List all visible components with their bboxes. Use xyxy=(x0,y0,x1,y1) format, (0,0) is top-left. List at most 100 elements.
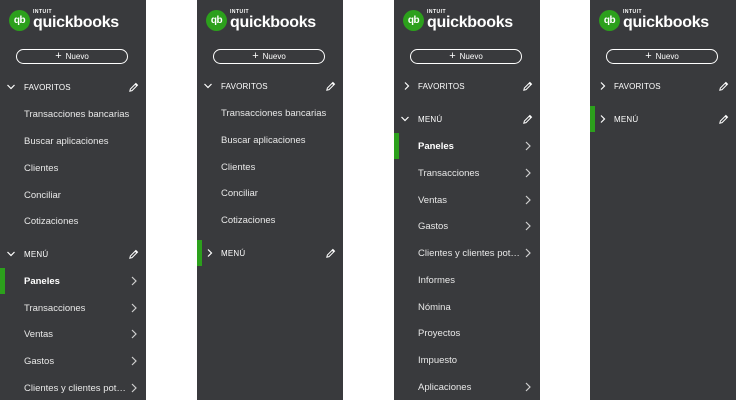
menu-item-label: Nómina xyxy=(418,301,451,313)
chevron-right-icon xyxy=(131,356,137,366)
favorites-label: FAVORITOS xyxy=(614,81,661,91)
chevron-right-icon xyxy=(131,303,137,313)
menu-item-paneles[interactable]: Paneles xyxy=(394,135,540,157)
menu-item-paneles[interactable]: Paneles xyxy=(0,270,146,292)
menu-item-label: Transacciones xyxy=(418,167,480,179)
favorite-item[interactable]: Conciliar xyxy=(0,184,146,206)
menu-item-informes[interactable]: Informes xyxy=(394,269,540,291)
quickbooks-logo[interactable]: qb INTUIT quickbooks xyxy=(206,10,316,31)
favorite-item-label: Buscar aplicaciones xyxy=(24,135,109,147)
menu-item-nomina[interactable]: Nómina xyxy=(394,296,540,318)
chevron-right-icon xyxy=(600,115,606,123)
favorites-label: FAVORITOS xyxy=(418,81,465,91)
menu-item-label: Ventas xyxy=(418,194,448,206)
favorites-label: FAVORITOS xyxy=(24,82,71,92)
quickbooks-logo[interactable]: qb INTUIT quickbooks xyxy=(599,10,709,31)
pencil-icon[interactable] xyxy=(522,81,533,92)
logo-brand: quickbooks xyxy=(623,14,709,31)
chevron-right-icon xyxy=(525,221,531,231)
menu-header[interactable]: MENÚ xyxy=(394,108,540,130)
menu-item-gastos[interactable]: Gastos xyxy=(0,350,146,372)
chevron-down-icon xyxy=(7,84,15,90)
quickbooks-logo[interactable]: qb INTUIT quickbooks xyxy=(403,10,513,31)
logo-brand: quickbooks xyxy=(427,14,513,31)
chevron-right-icon xyxy=(131,383,137,393)
menu-item-clientes-pot[interactable]: Clientes y clientes pot… xyxy=(0,377,146,399)
qb-logo-icon: qb xyxy=(599,10,620,31)
plus-icon: + xyxy=(55,50,62,62)
pencil-icon[interactable] xyxy=(128,82,139,93)
menu-item-label: Ventas xyxy=(24,328,54,340)
menu-item-clientes-pot[interactable]: Clientes y clientes pot… xyxy=(394,242,540,264)
menu-item-label: Aplicaciones xyxy=(418,381,472,393)
menu-item-label: Gastos xyxy=(24,355,55,367)
menu-item-label: Paneles xyxy=(24,275,60,287)
favorite-item-label: Buscar aplicaciones xyxy=(221,134,306,146)
favorite-item[interactable]: Conciliar xyxy=(197,182,343,204)
chevron-right-icon xyxy=(525,195,531,205)
menu-item-proyectos[interactable]: Proyectos xyxy=(394,322,540,344)
chevron-right-icon xyxy=(525,248,531,258)
menu-label: MENÚ xyxy=(221,248,246,258)
menu-item-label: Clientes y clientes pot… xyxy=(418,247,520,259)
menu-item-gastos[interactable]: Gastos xyxy=(394,215,540,237)
new-button[interactable]: + Nuevo xyxy=(606,49,718,64)
qb-logo-icon: qb xyxy=(206,10,227,31)
favorite-item[interactable]: Cotizaciones xyxy=(197,209,343,231)
menu-header[interactable]: MENÚ xyxy=(590,108,736,130)
chevron-down-icon xyxy=(7,251,15,257)
menu-item-transacciones[interactable]: Transacciones xyxy=(0,297,146,319)
menu-item-ventas[interactable]: Ventas xyxy=(394,189,540,211)
pencil-icon[interactable] xyxy=(522,114,533,125)
favorites-label: FAVORITOS xyxy=(221,81,268,91)
menu-header[interactable]: MENÚ xyxy=(0,243,146,265)
quickbooks-logo[interactable]: qb INTUIT quickbooks xyxy=(9,10,119,31)
menu-item-label: Gastos xyxy=(418,220,449,232)
favorite-item[interactable]: Buscar aplicaciones xyxy=(197,129,343,151)
favorite-item[interactable]: Cotizaciones xyxy=(0,210,146,232)
favorite-item-label: Transacciones bancarias xyxy=(221,107,327,119)
favorite-item-label: Cotizaciones xyxy=(24,215,79,227)
menu-item-impuesto[interactable]: Impuesto xyxy=(394,349,540,371)
pencil-icon[interactable] xyxy=(718,81,729,92)
plus-icon: + xyxy=(645,50,652,62)
menu-item-transacciones[interactable]: Transacciones xyxy=(394,162,540,184)
pencil-icon[interactable] xyxy=(325,81,336,92)
new-button[interactable]: + Nuevo xyxy=(213,49,325,64)
favorite-item[interactable]: Clientes xyxy=(197,156,343,178)
pencil-icon[interactable] xyxy=(325,248,336,259)
chevron-right-icon xyxy=(525,141,531,151)
favorite-item-label: Transacciones bancarias xyxy=(24,108,130,120)
favorite-item-label: Cotizaciones xyxy=(221,214,276,226)
favorites-header[interactable]: FAVORITOS xyxy=(590,75,736,97)
logo-brand: quickbooks xyxy=(33,14,119,31)
logo-brand: quickbooks xyxy=(230,14,316,31)
favorite-item[interactable]: Clientes xyxy=(0,157,146,179)
menu-item-label: Informes xyxy=(418,274,455,286)
favorite-item[interactable]: Transacciones bancarias xyxy=(0,103,146,125)
chevron-right-icon xyxy=(600,82,606,90)
favorite-item[interactable]: Buscar aplicaciones xyxy=(0,130,146,152)
pencil-icon[interactable] xyxy=(128,249,139,260)
menu-item-label: Paneles xyxy=(418,140,454,152)
favorite-item[interactable]: Transacciones bancarias xyxy=(197,102,343,124)
favorites-header[interactable]: FAVORITOS xyxy=(394,75,540,97)
menu-item-label: Impuesto xyxy=(418,354,458,366)
new-button[interactable]: + Nuevo xyxy=(16,49,128,64)
new-button-label: Nuevo xyxy=(459,52,483,61)
menu-item-ventas[interactable]: Ventas xyxy=(0,323,146,345)
chevron-right-icon xyxy=(131,329,137,339)
menu-header[interactable]: MENÚ xyxy=(197,242,343,264)
pencil-icon[interactable] xyxy=(718,114,729,125)
menu-item-label: Transacciones xyxy=(24,302,86,314)
new-button[interactable]: + Nuevo xyxy=(410,49,522,64)
sidebar-panel-4: qb INTUIT quickbooks + Nuevo FAVORITOS M… xyxy=(590,0,736,400)
sidebar-panel-1: qb INTUIT quickbooks + Nuevo FAVORITOS T… xyxy=(0,0,146,400)
chevron-right-icon xyxy=(207,249,213,257)
favorites-header[interactable]: FAVORITOS xyxy=(0,76,146,98)
chevron-right-icon xyxy=(404,82,410,90)
chevron-right-icon xyxy=(525,168,531,178)
menu-item-aplicaciones[interactable]: Aplicaciones xyxy=(394,376,540,398)
favorite-item-label: Clientes xyxy=(221,161,256,173)
favorites-header[interactable]: FAVORITOS xyxy=(197,75,343,97)
